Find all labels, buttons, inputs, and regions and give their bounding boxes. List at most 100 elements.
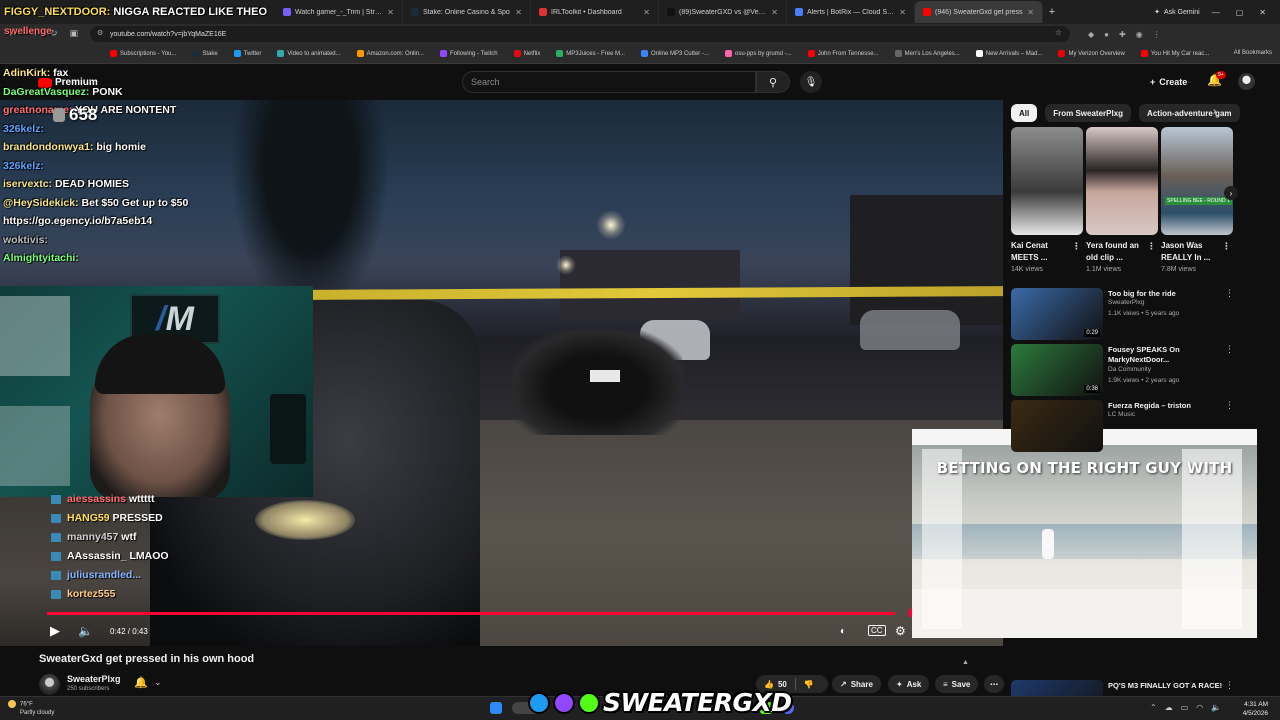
tab-close-icon[interactable]: ✕ [515, 8, 522, 17]
short-thumbnail[interactable] [1011, 127, 1083, 235]
thumbs-down-icon[interactable]: 👎 [804, 680, 814, 689]
bookmark-item[interactable]: Online MP3 Cutter -... [640, 50, 709, 57]
tab-close-icon[interactable]: ✕ [771, 8, 778, 17]
account-avatar[interactable] [1238, 73, 1255, 90]
short-menu-icon[interactable]: ⋮ [1222, 240, 1231, 252]
filter-chip[interactable]: All [1011, 104, 1038, 122]
short-info[interactable]: Kai Cenat MEETS ... 14K views ⋮ [1011, 240, 1083, 276]
omnibox[interactable]: ⚙ youtube.com/watch?v=jbYqMaZE16E ☆ [90, 26, 1070, 42]
bookmark-item[interactable]: Video to animated... [277, 50, 341, 57]
bookmark-item[interactable]: Following - Twitch [440, 50, 498, 57]
extension-icon[interactable]: ● [1104, 30, 1109, 39]
share-button[interactable]: ↗ Share [832, 675, 881, 693]
tab-close-icon[interactable]: ✕ [899, 8, 906, 17]
bookmark-item[interactable]: Stake [192, 50, 218, 57]
bookmark-item[interactable]: John From Tennesse... [807, 50, 879, 57]
bookmark-star-icon[interactable]: ☆ [1055, 28, 1062, 37]
site-info-icon[interactable]: ⚙ [97, 29, 103, 37]
search-button[interactable]: ⚲ [756, 71, 790, 93]
bookmark-item[interactable]: Amazon.com: Onlin... [356, 50, 424, 57]
browser-tab[interactable]: Stake: Online Casino & Spo ✕ [403, 1, 531, 23]
tray-cloud-icon[interactable]: ☁ [1165, 703, 1173, 712]
tray-chevron-icon[interactable]: ⌃ [1150, 703, 1157, 712]
channel-avatar[interactable] [39, 674, 60, 695]
browser-tab[interactable]: IRLToolkit • Dashboard ✕ [531, 1, 659, 23]
all-bookmarks[interactable]: All Bookmarks [1234, 50, 1272, 56]
viewer-count-value: 658 [69, 105, 98, 124]
bookmark-label: Online MP3 Cutter -... [650, 50, 709, 57]
recommended-menu-icon[interactable]: ⋮ [1225, 680, 1234, 691]
recommended-menu-icon[interactable]: ⋮ [1225, 344, 1234, 355]
filter-chip[interactable]: Action-adventure gam [1139, 104, 1240, 122]
profile-icon[interactable]: ◉ [1136, 30, 1143, 39]
tray-volume-icon[interactable]: 🔈 [1211, 703, 1221, 712]
browser-tab[interactable]: Alerts | BotRix — Cloud Stream ✕ [787, 1, 915, 23]
tab-close-icon[interactable]: ✕ [643, 8, 650, 17]
tray-battery-icon[interactable]: ▭ [1181, 703, 1189, 712]
search-input[interactable]: Search [462, 71, 756, 93]
short-menu-icon[interactable]: ⋮ [1072, 240, 1081, 252]
short-thumbnail[interactable]: SPELLING BEE - ROUND 1 [1161, 127, 1233, 235]
menu-dots-icon[interactable]: ⋮ [1153, 30, 1161, 39]
recommended-menu-icon[interactable]: ⋮ [1225, 288, 1234, 299]
video-thumbnail[interactable]: 0:38 [1011, 344, 1103, 396]
captions-icon[interactable]: CC [868, 625, 886, 636]
video-thumbnail[interactable] [1011, 400, 1103, 452]
chevron-down-icon[interactable]: ⌄ [154, 677, 162, 688]
recommended-video[interactable]: 0:38 Fousey SPEAKS On MarkyNextDoor... Da … [1011, 344, 1241, 396]
autoplay-toggle-icon[interactable]: ◐ [840, 622, 846, 640]
shorts-next-icon[interactable]: › [1224, 186, 1238, 200]
browser-tab[interactable]: (89)SweaterGXD vs @Vexbolts ✕ [659, 1, 787, 23]
volume-icon[interactable]: 🔈 [78, 622, 93, 640]
new-tab-button[interactable]: + [1043, 6, 1061, 18]
subscribe-bell-icon[interactable]: 🔔 [134, 676, 148, 689]
bookmark-item[interactable]: My Verizon Overview [1058, 50, 1125, 57]
recommended-menu-icon[interactable]: ⋮ [1225, 400, 1234, 411]
ask-gemini-button[interactable]: ✦ Ask Gemini [1154, 8, 1200, 17]
bookmark-item[interactable]: Men's Los Angeles... [894, 50, 960, 57]
video-thumbnail[interactable]: 0:29 [1011, 288, 1103, 340]
short-info[interactable]: Jason Was REALLY In ... 7.8M views ⋮ [1161, 240, 1233, 276]
tab-close-icon[interactable]: ✕ [387, 8, 394, 17]
taskbar-clock[interactable]: 4:31 AM 4/5/2026 [1243, 700, 1268, 718]
minimize-icon[interactable]: — [1212, 8, 1220, 17]
tab-close-icon[interactable]: ✕ [1027, 8, 1034, 17]
bookmark-item[interactable]: New Arrivals – Mad... [975, 50, 1042, 57]
voice-search-button[interactable]: 🎙 [800, 71, 822, 93]
settings-gear-icon[interactable]: ⚙ [895, 622, 906, 640]
short-menu-icon[interactable]: ⋮ [1147, 240, 1156, 252]
extensions-puzzle-icon[interactable]: ✚ [1119, 30, 1126, 39]
short-info[interactable]: Yera found an old clip ... 1.1M views ⋮ [1086, 240, 1158, 276]
bookmark-item[interactable]: Twitter [233, 50, 261, 57]
weather-widget[interactable]: 76°F Partly cloudy [8, 700, 54, 717]
tray-wifi-icon[interactable]: ◠ [1196, 703, 1203, 712]
play-icon[interactable]: ▶ [50, 622, 60, 640]
extension-icon[interactable]: ◆ [1088, 30, 1094, 39]
filter-chip[interactable]: From SweaterPlxg [1045, 104, 1132, 122]
ad-person [1042, 529, 1054, 559]
maximize-icon[interactable]: ▢ [1236, 8, 1244, 17]
bookmark-item[interactable]: osu-pps by grumd -... [724, 50, 792, 57]
recommended-video[interactable]: Fuerza Regida – triston LC Music ⋮ [1011, 400, 1241, 452]
chips-next-icon[interactable]: › [1213, 106, 1216, 117]
recommended-video[interactable]: 0:29 Too big for the ride SweaterPlxg 1.1K … [1011, 288, 1241, 340]
save-label: Save [951, 679, 971, 689]
create-button[interactable]: + Create [1150, 72, 1187, 92]
tab-favicon-icon [411, 8, 419, 16]
sidebar-icon[interactable]: ▣ [70, 28, 79, 39]
more-actions-button[interactable]: ⋯ [984, 675, 1004, 693]
close-window-icon[interactable]: ✕ [1259, 8, 1266, 17]
bookmark-item[interactable]: Netflix [513, 50, 540, 57]
progress-bar[interactable] [47, 612, 895, 615]
save-button[interactable]: ≡ Save [935, 675, 979, 693]
short-thumbnail[interactable] [1086, 127, 1158, 235]
browser-tab[interactable]: Watch gamer_-_Trim | Streamal ✕ [275, 1, 403, 23]
bookmark-item[interactable]: Subscriptions - You... [110, 50, 176, 57]
browser-tab[interactable]: (946) SweaterGxd get press ✕ [915, 1, 1043, 23]
windows-start-icon[interactable] [490, 702, 502, 714]
channel-name[interactable]: SweaterPlxg [67, 674, 121, 684]
bookmark-item[interactable]: MP3Juices - Free M... [556, 50, 625, 57]
ask-button[interactable]: ✦ Ask [888, 675, 930, 693]
ad-popup[interactable]: BETTING ON THE RIGHT GUY WITH [912, 429, 1257, 638]
bookmark-item[interactable]: You Hit My Car reac... [1140, 50, 1209, 57]
